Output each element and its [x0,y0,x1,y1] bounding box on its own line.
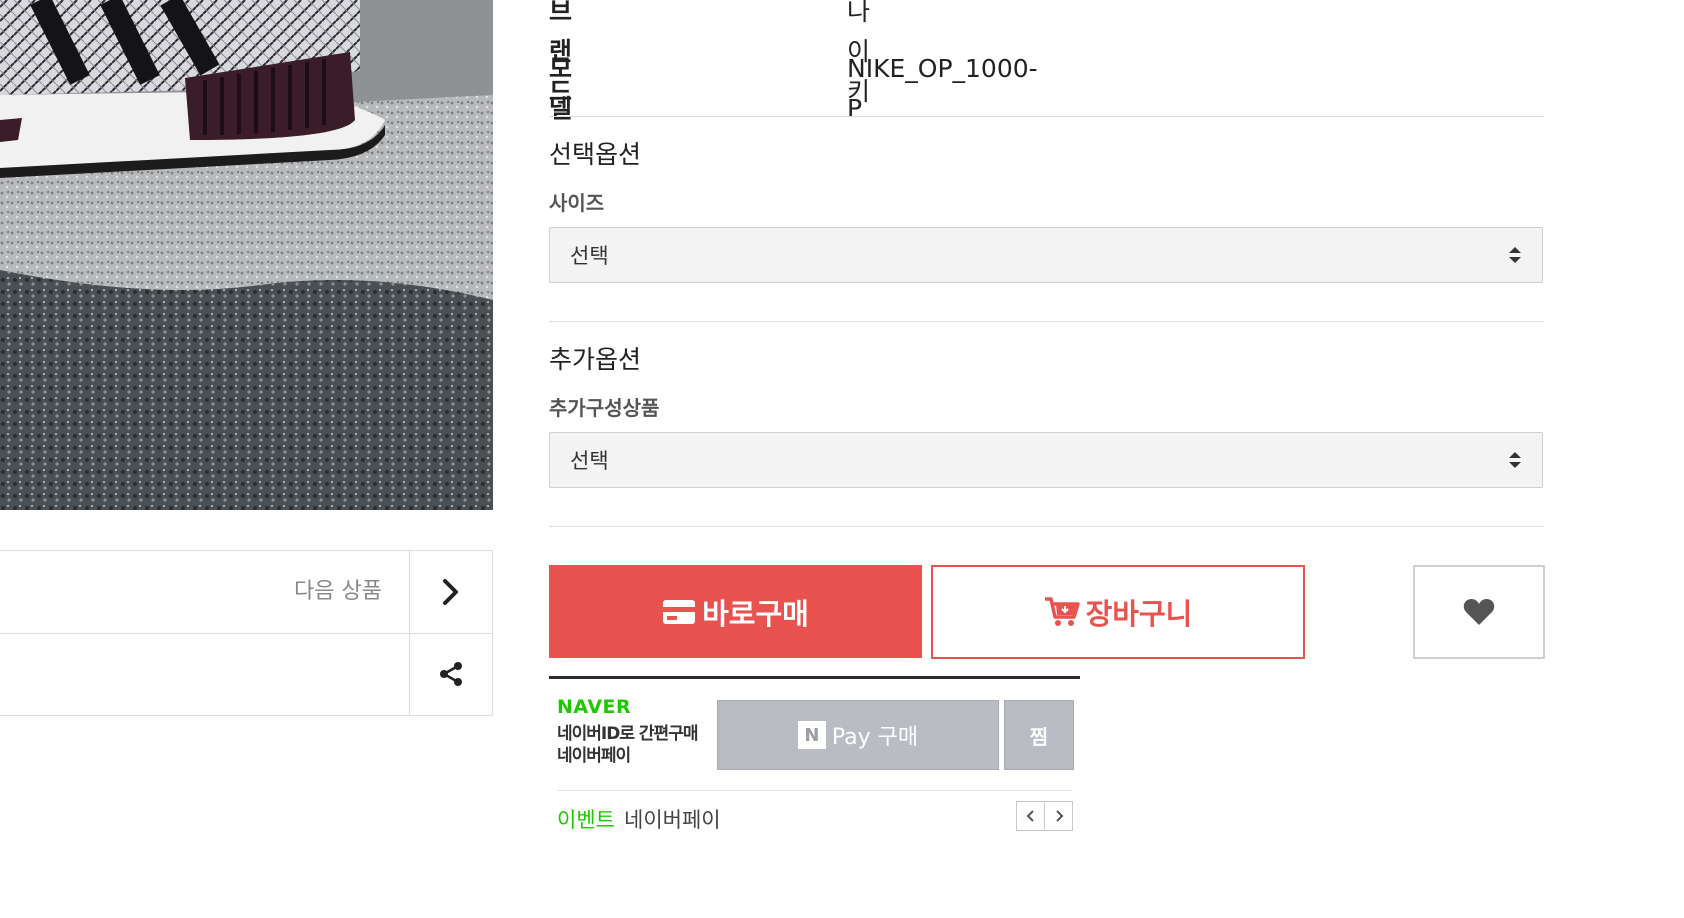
chevron-right-icon [1055,810,1063,822]
event-next-button[interactable] [1044,801,1073,831]
next-product-row[interactable]: 다음 상품 [0,551,492,634]
extra-options-title: 추가옵션 [549,345,642,374]
model-label: 모델 [549,54,573,123]
event-text[interactable]: 네이버페이 [624,804,721,834]
extra-select-value: 선택 [570,449,609,473]
chevron-left-icon [1026,810,1034,822]
divider [549,116,1544,117]
buy-now-button[interactable]: 바로구매 [549,565,922,658]
next-product-label: 다음 상품 [294,579,382,604]
naver-n-icon: N [797,721,826,749]
event-prev-button[interactable] [1016,801,1045,831]
naver-logo: NAVER [557,696,632,718]
divider [549,321,1544,322]
share-row [0,633,492,715]
add-to-cart-button[interactable]: 장바구니 [931,565,1305,659]
naver-pay-top-line [549,676,1080,679]
extra-product-select[interactable]: 선택 [549,432,1543,488]
size-select[interactable]: 선택 [549,227,1543,283]
cart-icon [1044,597,1080,626]
wishlist-button[interactable] [1413,565,1545,659]
divider [549,526,1544,527]
product-image[interactable] [0,0,493,510]
share-icon [440,662,462,686]
chevron-right-icon [443,579,458,605]
next-product-button[interactable] [409,551,492,633]
product-image-graphic [0,0,493,510]
credit-card-icon [663,599,696,624]
naver-pay-description: 네이버ID로 간편구매 네이버페이 [557,723,698,767]
size-select-value: 선택 [570,244,609,268]
naver-pay-desc-line2: 네이버페이 [557,746,631,766]
size-label: 사이즈 [549,191,605,215]
model-value: NIKE_OP_1000-P [847,54,1038,123]
naver-pay-buy-button[interactable]: N Pay 구매 [717,700,999,770]
buy-now-label: 바로구매 [702,596,809,631]
select-arrows-icon [1509,247,1521,263]
naver-pay-desc-line1: 네이버ID로 간편구매 [557,724,698,744]
share-button[interactable] [409,633,492,715]
select-arrows-icon [1509,452,1521,468]
naver-zzim-label: 찜 [1029,724,1049,749]
add-to-cart-label: 장바구니 [1085,597,1193,631]
naver-pay-buy-label: Pay 구매 [831,725,919,750]
naver-pay-divider [557,790,1072,791]
naver-zzim-button[interactable]: 찜 [1004,700,1074,770]
product-nav-box: 다음 상품 [0,550,493,716]
extra-product-label: 추가구성상품 [549,396,660,420]
event-tag[interactable]: 이벤트 [557,804,615,834]
heart-icon [1463,599,1495,625]
select-options-title: 선택옵션 [549,140,642,169]
